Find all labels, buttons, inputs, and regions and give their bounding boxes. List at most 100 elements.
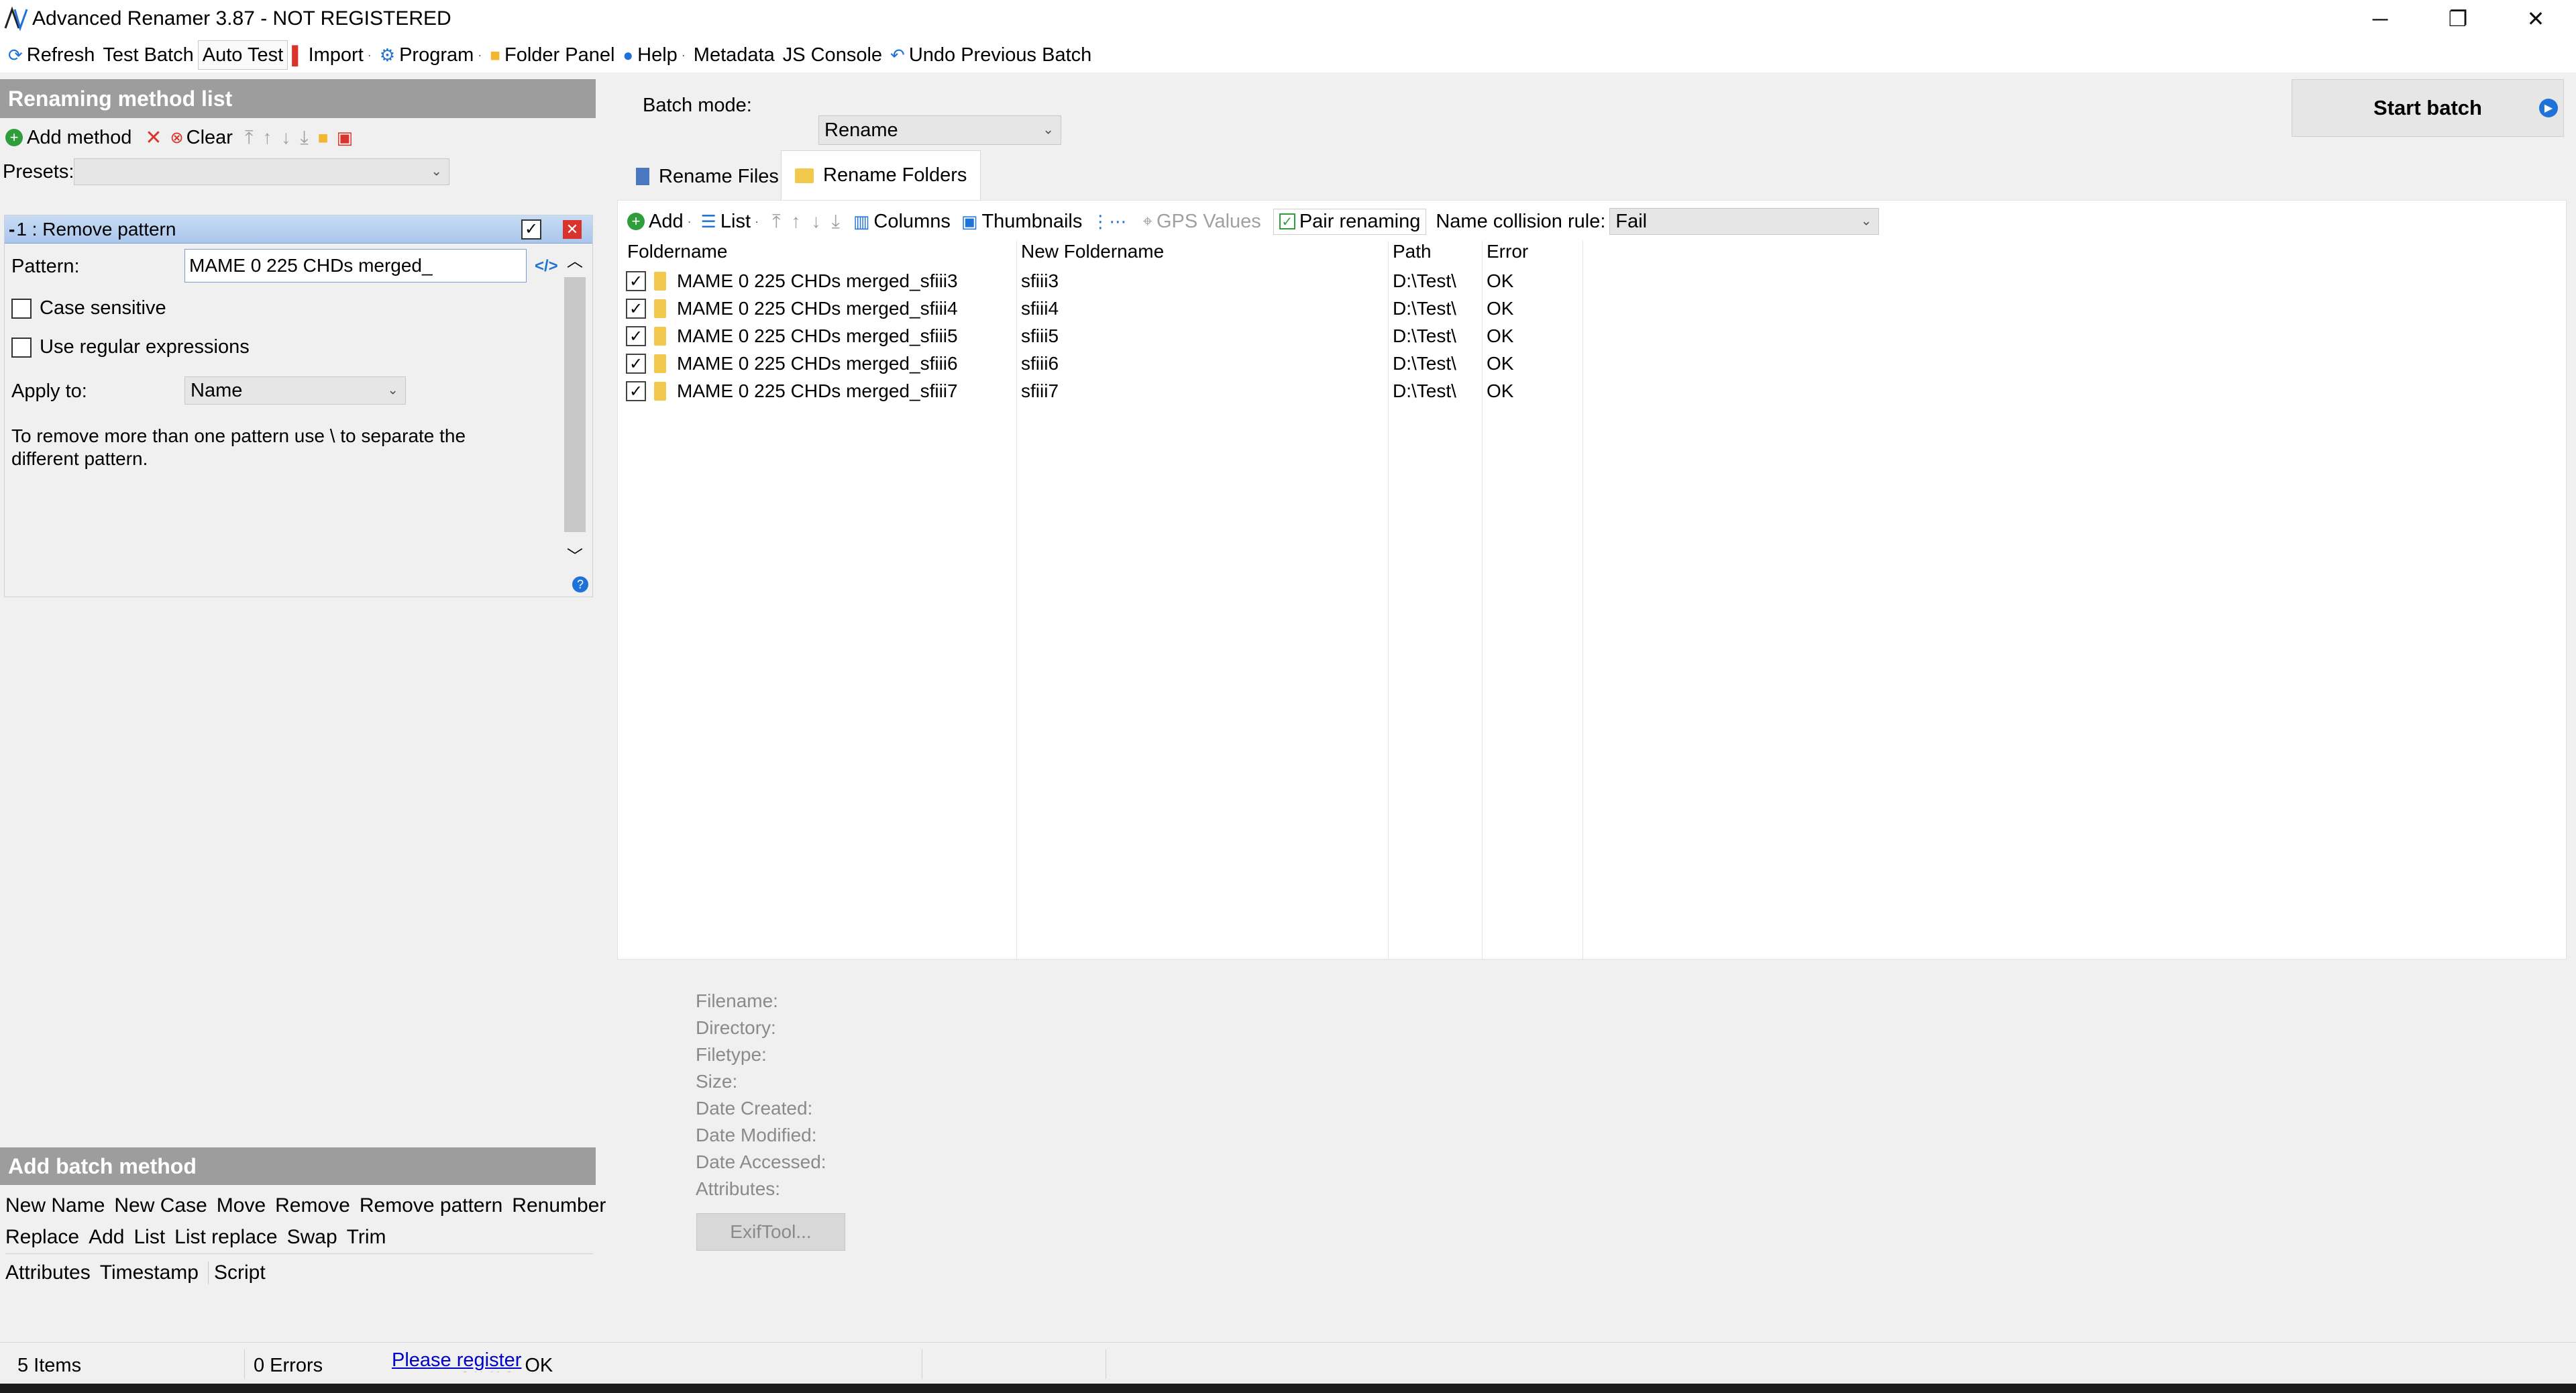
tab-rename-files[interactable]: Rename Files: [623, 154, 792, 199]
method-remove-pattern[interactable]: Remove pattern: [360, 1194, 502, 1217]
info-date-created-label: Date Created:: [696, 1098, 813, 1119]
column-header-foldername[interactable]: Foldername: [627, 241, 727, 265]
batch-mode-select[interactable]: Rename ⌄: [818, 115, 1061, 145]
add-files-button[interactable]: + Add ·: [627, 211, 692, 233]
save-icon[interactable]: ▣: [336, 127, 353, 148]
program-menu[interactable]: ⚙ Program ·: [376, 40, 486, 70]
collision-rule-select[interactable]: Fail ⌄: [1609, 208, 1880, 235]
table-row[interactable]: ✓ MAME 0 225 CHDs merged_sfiii3 sfiii3 D…: [618, 268, 2567, 295]
renaming-method-list-header: Renaming method list: [0, 79, 596, 118]
columns-button[interactable]: ▥ Columns: [853, 211, 951, 233]
table-row[interactable]: ✓ MAME 0 225 CHDs merged_sfiii4 sfiii4 D…: [618, 295, 2567, 323]
code-tags-icon[interactable]: </>: [535, 257, 558, 276]
minimize-button[interactable]: ─: [2341, 0, 2419, 38]
folder-icon: [795, 168, 814, 183]
method-renumber[interactable]: Renumber: [512, 1194, 606, 1217]
method-replace[interactable]: Replace: [5, 1226, 79, 1249]
move-top-icon[interactable]: ⤒: [772, 211, 780, 233]
help-icon[interactable]: ?: [572, 576, 588, 592]
column-header-error[interactable]: Error: [1487, 241, 1528, 265]
method-help-text: To remove more than one pattern use \ to…: [11, 425, 466, 469]
import-icon: ▌: [292, 45, 305, 65]
row-checkbox[interactable]: ✓: [626, 354, 646, 374]
column-header-path[interactable]: Path: [1393, 241, 1432, 265]
presets-select[interactable]: ⌄: [74, 158, 449, 185]
method-attributes[interactable]: Attributes: [5, 1261, 91, 1284]
case-sensitive-checkbox[interactable]: [11, 298, 32, 319]
row-checkbox[interactable]: ✓: [626, 271, 646, 291]
import-menu[interactable]: ▌ Import ·: [288, 40, 376, 70]
js-console-button[interactable]: JS Console: [779, 40, 886, 70]
move-bottom-icon[interactable]: ⤓: [300, 127, 308, 149]
add-method-button[interactable]: + Add method: [5, 127, 131, 149]
gps-values-button[interactable]: ⌖ GPS Values: [1142, 211, 1260, 233]
restore-button[interactable]: ❐: [2419, 0, 2497, 38]
row-checkbox[interactable]: ✓: [626, 299, 646, 319]
method-new-name[interactable]: New Name: [5, 1194, 105, 1217]
clear-button[interactable]: ⊗ Clear: [170, 127, 233, 149]
scroll-down-icon[interactable]: ﹀: [567, 543, 583, 566]
pair-renaming-toggle[interactable]: ✓ Pair renaming: [1273, 208, 1427, 235]
regex-checkbox[interactable]: [11, 337, 32, 358]
presets-label: Presets:: [3, 161, 74, 183]
please-register-link[interactable]: Please register: [392, 1349, 522, 1372]
method-add[interactable]: Add: [89, 1226, 124, 1249]
column-header-new-foldername[interactable]: New Foldername: [1021, 241, 1164, 265]
new-foldername-cell: sfiii7: [1021, 380, 1059, 401]
undo-previous-batch-button[interactable]: ↶ Undo Previous Batch: [886, 40, 1095, 70]
view-options-icon[interactable]: ⋮⋯: [1091, 211, 1126, 232]
row-checkbox[interactable]: ✓: [626, 326, 646, 346]
list-icon: ☰: [700, 211, 716, 231]
collapse-icon[interactable]: -: [9, 219, 15, 240]
method-swap[interactable]: Swap: [287, 1226, 337, 1249]
open-folder-icon[interactable]: ■: [318, 127, 329, 148]
move-down-icon[interactable]: ↓: [281, 127, 290, 148]
scroll-up-icon[interactable]: ︿: [567, 248, 583, 271]
method-list-replace[interactable]: List replace: [174, 1226, 277, 1249]
close-button[interactable]: ✕: [2497, 0, 2575, 38]
method-list[interactable]: List: [133, 1226, 165, 1249]
move-up-icon[interactable]: ↑: [791, 211, 800, 232]
auto-test-toggle[interactable]: Auto Test: [197, 40, 288, 70]
pair-renaming-check-icon: ✓: [1279, 213, 1295, 229]
move-bottom-icon[interactable]: ⤓: [831, 211, 839, 233]
taskbar-edge: [0, 1384, 2576, 1393]
chevron-down-icon: ⌄: [431, 164, 442, 179]
test-batch-label: Test Batch: [103, 44, 194, 66]
remove-method-icon[interactable]: ✕: [563, 220, 582, 239]
pattern-input[interactable]: MAME 0 225 CHDs merged_: [184, 249, 527, 282]
test-batch-button[interactable]: Test Batch: [99, 40, 197, 70]
apply-to-select[interactable]: Name ⌄: [184, 376, 406, 405]
delete-method-icon[interactable]: ✕: [145, 126, 162, 150]
start-batch-button[interactable]: Start batch ▶: [2292, 79, 2564, 137]
move-down-icon[interactable]: ↓: [811, 211, 820, 232]
method-timestamp[interactable]: Timestamp: [100, 1261, 199, 1284]
thumbnails-button[interactable]: ▣ Thumbnails: [961, 211, 1082, 233]
method-header[interactable]: - 1 : Remove pattern ✓ ✕: [5, 215, 592, 244]
move-top-icon[interactable]: ⤒: [245, 127, 253, 149]
scroll-thumb[interactable]: [564, 277, 586, 532]
method-remove[interactable]: Remove: [275, 1194, 350, 1217]
method-new-case[interactable]: New Case: [114, 1194, 207, 1217]
tab-rename-folders[interactable]: Rename Folders: [781, 150, 981, 200]
refresh-button[interactable]: ⟳ Refresh: [4, 40, 99, 70]
help-menu[interactable]: ● Help ·: [619, 40, 689, 70]
foldername-cell: MAME 0 225 CHDs merged_sfiii3: [677, 270, 958, 291]
method-scrollbar[interactable]: ︿ ﹀: [561, 248, 588, 583]
case-sensitive-option[interactable]: Case sensitive: [11, 297, 166, 319]
list-menu-button[interactable]: ☰ List ·: [701, 211, 759, 233]
table-row[interactable]: ✓ MAME 0 225 CHDs merged_sfiii7 sfiii7 D…: [618, 378, 2567, 405]
regex-option[interactable]: Use regular expressions: [11, 336, 250, 358]
exiftool-button[interactable]: ExifTool...: [696, 1213, 845, 1251]
method-trim[interactable]: Trim: [347, 1226, 386, 1249]
row-checkbox[interactable]: ✓: [626, 381, 646, 401]
method-move[interactable]: Move: [217, 1194, 266, 1217]
metadata-button[interactable]: Metadata: [690, 40, 779, 70]
method-enabled-checkbox[interactable]: ✓: [521, 219, 541, 240]
folder-panel-button[interactable]: ■ Folder Panel: [486, 40, 619, 70]
start-batch-label: Start batch: [2373, 96, 2482, 119]
move-up-icon[interactable]: ↑: [262, 127, 272, 148]
table-row[interactable]: ✓ MAME 0 225 CHDs merged_sfiii5 sfiii5 D…: [618, 323, 2567, 350]
method-script[interactable]: Script: [207, 1261, 266, 1284]
table-row[interactable]: ✓ MAME 0 225 CHDs merged_sfiii6 sfiii6 D…: [618, 350, 2567, 378]
